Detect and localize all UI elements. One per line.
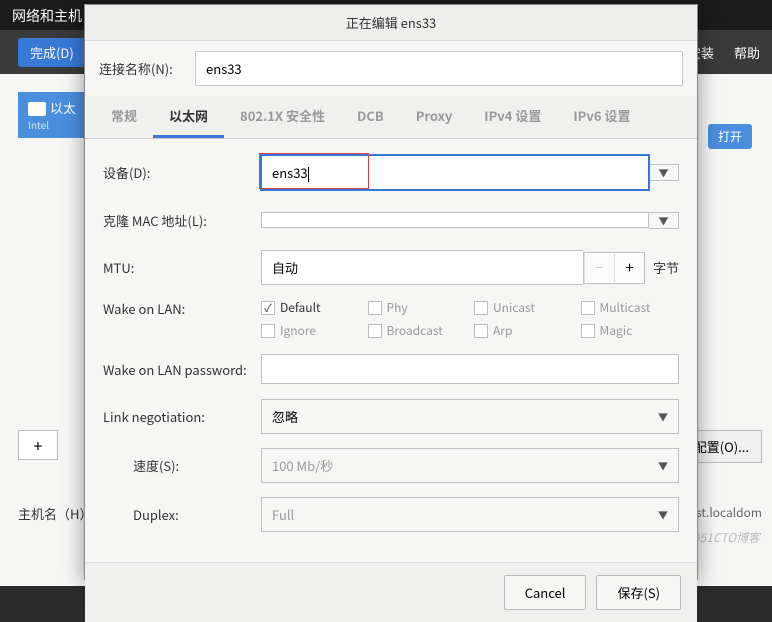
checkbox-label: Default bbox=[280, 299, 321, 316]
wol-checkbox-arp[interactable]: Arp bbox=[474, 322, 573, 339]
edit-connection-dialog: 正在编辑 ens33 连接名称(N): 常规 以太网 802.1X 安全性 DC… bbox=[84, 4, 698, 580]
checkbox-icon bbox=[581, 324, 595, 338]
save-button[interactable]: 保存(S) bbox=[596, 575, 681, 610]
clone-mac-row: 克隆 MAC 地址(L): ▼ bbox=[103, 204, 679, 236]
clone-mac-dropdown-button[interactable]: ▼ bbox=[649, 212, 679, 229]
duplex-label: Duplex: bbox=[103, 505, 261, 524]
checkbox-icon bbox=[261, 301, 275, 315]
tab-bar: 常规 以太网 802.1X 安全性 DCB Proxy IPv4 设置 IPv6… bbox=[85, 96, 697, 139]
watermark: @51CTO博客 bbox=[688, 529, 760, 546]
link-negotiation-row: Link negotiation: 忽略▼ bbox=[103, 399, 679, 434]
clone-mac-label: 克隆 MAC 地址(L): bbox=[103, 211, 261, 230]
chevron-down-icon: ▼ bbox=[658, 458, 668, 473]
tab-ipv6[interactable]: IPv6 设置 bbox=[557, 96, 646, 138]
wol-checkbox-ignore[interactable]: Ignore bbox=[261, 322, 360, 339]
wol-checkbox-phy[interactable]: Phy bbox=[368, 299, 467, 316]
tab-ethernet[interactable]: 以太网 bbox=[153, 96, 224, 138]
checkbox-label: Unicast bbox=[493, 299, 535, 316]
help-button[interactable]: 帮助 bbox=[726, 38, 768, 67]
duplex-row: Duplex: Full▼ bbox=[103, 497, 679, 532]
mtu-increment-button[interactable]: + bbox=[614, 253, 644, 283]
interface-toggle[interactable]: 打开 bbox=[708, 124, 752, 149]
ethernet-icon bbox=[28, 102, 46, 116]
interface-vendor: Intel bbox=[28, 117, 78, 132]
checkbox-icon bbox=[261, 324, 275, 338]
dialog-title: 正在编辑 ens33 bbox=[85, 5, 697, 41]
checkbox-label: Ignore bbox=[280, 322, 316, 339]
mtu-spinner: − + bbox=[583, 252, 645, 284]
link-negotiation-select[interactable]: 忽略▼ bbox=[261, 399, 679, 434]
hostname-label: 主机名（H） bbox=[18, 504, 92, 523]
wol-checkbox-unicast[interactable]: Unicast bbox=[474, 299, 573, 316]
wol-password-input[interactable] bbox=[261, 354, 679, 384]
checkbox-icon bbox=[368, 324, 382, 338]
connection-name-row: 连接名称(N): bbox=[85, 41, 697, 96]
duplex-select: Full▼ bbox=[261, 497, 679, 532]
ethernet-form: 设备(D): ens33 ▼ 克隆 MAC 地址(L): ▼ MTU: 自动 − bbox=[85, 139, 697, 562]
speed-select: 100 Mb/秒▼ bbox=[261, 448, 679, 483]
wol-password-label: Wake on LAN password: bbox=[103, 360, 261, 379]
clone-mac-combobox[interactable] bbox=[261, 212, 649, 228]
device-dropdown-button[interactable]: ▼ bbox=[649, 164, 679, 181]
mtu-row: MTU: 自动 − + 字节 bbox=[103, 250, 679, 285]
wol-checkbox-grid: Default Phy Unicast Multicast Ignore Broadcas… bbox=[261, 299, 679, 339]
interface-title: 以太 bbox=[50, 98, 76, 117]
cancel-button[interactable]: Cancel bbox=[504, 575, 587, 610]
connection-name-label: 连接名称(N): bbox=[99, 59, 185, 78]
wol-password-row: Wake on LAN password: bbox=[103, 353, 679, 385]
tab-8021x[interactable]: 802.1X 安全性 bbox=[224, 96, 341, 138]
link-negotiation-label: Link negotiation: bbox=[103, 407, 261, 426]
chevron-down-icon: ▼ bbox=[658, 507, 668, 522]
done-button[interactable]: 完成(D) bbox=[18, 38, 86, 67]
mtu-label: MTU: bbox=[103, 258, 261, 277]
dialog-footer: Cancel 保存(S) bbox=[85, 562, 697, 622]
checkbox-label: Phy bbox=[387, 299, 408, 316]
wol-checkbox-magic[interactable]: Magic bbox=[581, 322, 680, 339]
chevron-down-icon: ▼ bbox=[658, 409, 668, 424]
checkbox-icon bbox=[474, 301, 488, 315]
device-row: 设备(D): ens33 ▼ bbox=[103, 155, 679, 190]
tab-ipv4[interactable]: IPv4 设置 bbox=[468, 96, 557, 138]
wol-row: Wake on LAN: Default Phy Unicast Multicast I… bbox=[103, 299, 679, 339]
tab-dcb[interactable]: DCB bbox=[341, 96, 400, 138]
add-interface-button[interactable]: + bbox=[18, 430, 58, 460]
wol-label: Wake on LAN: bbox=[103, 299, 261, 318]
hostname-value: ost.localdom bbox=[689, 504, 762, 521]
wol-checkbox-default[interactable]: Default bbox=[261, 299, 360, 316]
device-label: 设备(D): bbox=[103, 163, 261, 182]
mtu-decrement-button[interactable]: − bbox=[584, 253, 614, 283]
checkbox-icon bbox=[581, 301, 595, 315]
checkbox-label: Broadcast bbox=[387, 322, 443, 339]
speed-label: 速度(S): bbox=[103, 456, 261, 475]
checkbox-icon bbox=[474, 324, 488, 338]
checkbox-label: Magic bbox=[600, 322, 633, 339]
interface-card[interactable]: 以太 Intel bbox=[18, 92, 88, 138]
device-combobox[interactable]: ens33 bbox=[261, 155, 649, 190]
mtu-input[interactable]: 自动 bbox=[261, 250, 583, 285]
wol-checkbox-multicast[interactable]: Multicast bbox=[581, 299, 680, 316]
checkbox-label: Arp bbox=[493, 322, 512, 339]
checkbox-label: Multicast bbox=[600, 299, 651, 316]
connection-name-input[interactable] bbox=[195, 51, 683, 86]
speed-row: 速度(S): 100 Mb/秒▼ bbox=[103, 448, 679, 483]
device-value: ens33 bbox=[272, 163, 638, 182]
checkbox-icon bbox=[368, 301, 382, 315]
wol-checkbox-broadcast[interactable]: Broadcast bbox=[368, 322, 467, 339]
mtu-unit: 字节 bbox=[653, 258, 679, 277]
tab-proxy[interactable]: Proxy bbox=[400, 96, 469, 138]
tab-general[interactable]: 常规 bbox=[95, 96, 153, 138]
